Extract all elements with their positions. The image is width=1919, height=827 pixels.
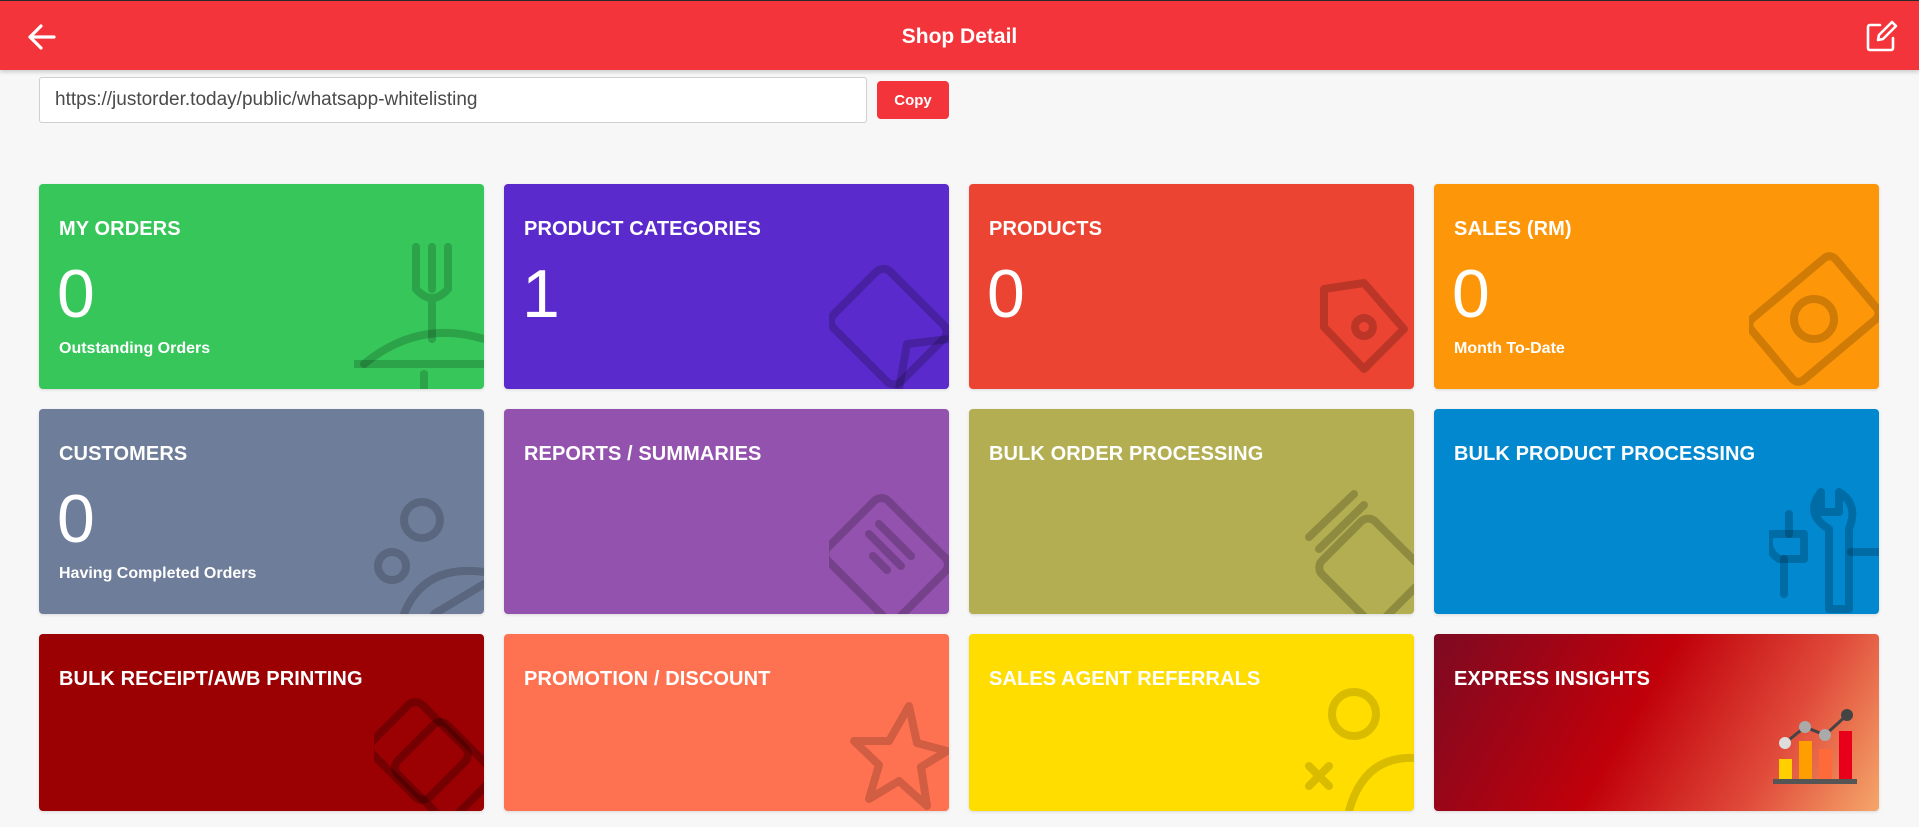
tile-bulk-product-processing[interactable]: BULK PRODUCT PROCESSING bbox=[1434, 409, 1879, 614]
tile-title: PRODUCT CATEGORIES bbox=[524, 218, 761, 240]
edit-square-icon[interactable] bbox=[1863, 19, 1899, 55]
share-url-field[interactable] bbox=[39, 77, 867, 123]
tile-bulk-receipt-printing[interactable]: BULK RECEIPT/AWB PRINTING bbox=[39, 634, 484, 811]
tile-title: BULK PRODUCT PROCESSING bbox=[1454, 443, 1756, 465]
tile-title: EXPRESS INSIGHTS bbox=[1454, 668, 1651, 690]
tile-products[interactable]: PRODUCTS 0 bbox=[969, 184, 1414, 389]
tile-sales[interactable]: SALES (RM) 0 Month To-Date bbox=[1434, 184, 1879, 389]
copy-button[interactable]: Copy bbox=[877, 81, 949, 119]
tile-title: MY ORDERS bbox=[59, 218, 181, 240]
tile-bulk-order-processing[interactable]: BULK ORDER PROCESSING bbox=[969, 409, 1414, 614]
tile-promotion-discount[interactable]: PROMOTION / DISCOUNT bbox=[504, 634, 949, 811]
bar-chart-icon bbox=[1773, 709, 1857, 784]
tile-title: SALES AGENT REFERRALS bbox=[989, 668, 1261, 690]
tile-title: CUSTOMERS bbox=[59, 443, 188, 465]
tile-product-categories[interactable]: PRODUCT CATEGORIES 1 bbox=[504, 184, 949, 389]
tile-subtitle: Outstanding Orders bbox=[59, 340, 211, 357]
print-stack-icon bbox=[374, 698, 484, 811]
stack-icon bbox=[1305, 490, 1414, 614]
agent-referral-icon bbox=[1305, 688, 1414, 811]
fork-knife-plate-icon bbox=[354, 243, 484, 389]
tile-title: BULK RECEIPT/AWB PRINTING bbox=[59, 668, 363, 690]
tile-title: SALES (RM) bbox=[1454, 218, 1572, 240]
tile-value: 0 bbox=[57, 481, 95, 557]
page-title: Shop Detail bbox=[901, 25, 1018, 48]
report-icon bbox=[829, 494, 949, 614]
tile-subtitle: Month To-Date bbox=[1454, 340, 1565, 357]
tile-reports[interactable]: REPORTS / SUMMARIES bbox=[504, 409, 949, 614]
tile-title: PROMOTION / DISCOUNT bbox=[524, 668, 771, 690]
tile-customers[interactable]: CUSTOMERS 0 Having Completed Orders bbox=[39, 409, 484, 614]
money-icon bbox=[1749, 252, 1879, 386]
star-icon bbox=[850, 702, 949, 810]
top-app-bar: Shop Detail bbox=[0, 0, 1919, 70]
tools-icon bbox=[1769, 488, 1879, 613]
tag-icon bbox=[1320, 279, 1408, 373]
users-icon bbox=[374, 498, 484, 614]
tile-value: 1 bbox=[522, 256, 560, 332]
tile-value: 0 bbox=[57, 256, 95, 332]
tile-title: PRODUCTS bbox=[989, 218, 1103, 240]
tile-value: 0 bbox=[1452, 256, 1490, 332]
tags-icon bbox=[829, 264, 949, 389]
tile-my-orders[interactable]: MY ORDERS 0 Outstanding Orders bbox=[39, 184, 484, 389]
tile-title: BULK ORDER PROCESSING bbox=[989, 443, 1264, 465]
tile-sales-agent-referrals[interactable]: SALES AGENT REFERRALS bbox=[969, 634, 1414, 811]
tile-subtitle: Having Completed Orders bbox=[59, 565, 257, 582]
tile-value: 0 bbox=[987, 256, 1025, 332]
tile-express-insights[interactable]: EXPRESS INSIGHTS bbox=[1434, 634, 1879, 811]
tile-title: REPORTS / SUMMARIES bbox=[524, 443, 762, 465]
